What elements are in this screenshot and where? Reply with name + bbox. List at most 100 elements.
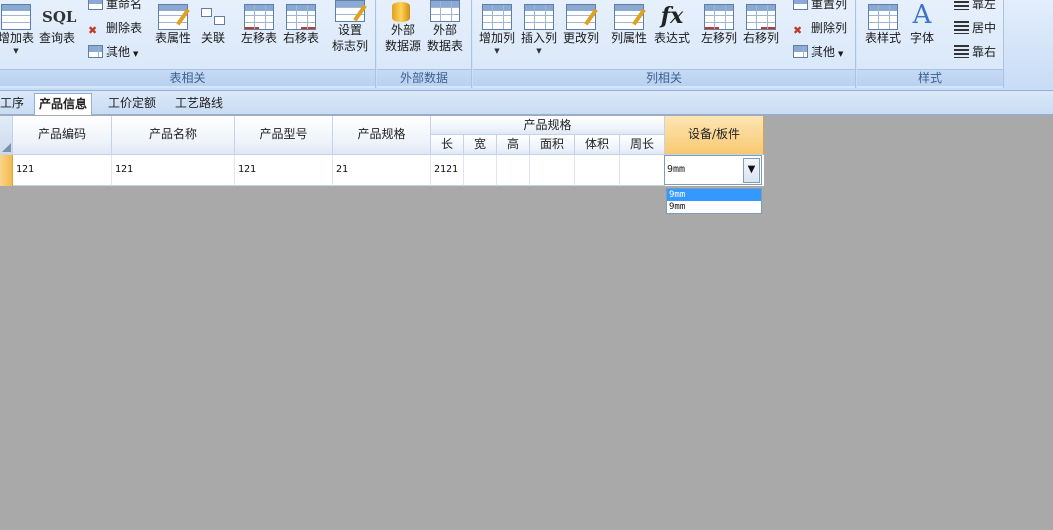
change-column-icon	[566, 4, 596, 30]
group-external-data: 外部 数据源 外部 数据表 外部数据	[377, 0, 472, 88]
group-label-column: 列相关	[473, 69, 855, 86]
column-header-product-model[interactable]: 产品型号	[235, 116, 333, 155]
move-column-left-button[interactable]: 左移列	[700, 0, 738, 46]
tab-process[interactable]: 工序	[0, 93, 28, 115]
tab-labor-quota[interactable]: 工价定额	[104, 93, 160, 115]
cell-product-spec[interactable]: 21	[333, 155, 431, 186]
table-style-button[interactable]: 表样式	[863, 0, 903, 46]
tab-process-route[interactable]: 工艺路线	[171, 93, 227, 115]
relation-icon	[198, 4, 228, 30]
align-left-icon	[954, 0, 969, 10]
sql-icon: SQL	[42, 8, 77, 26]
insert-column-button[interactable]: 插入列 ▼	[520, 0, 558, 56]
move-column-right-button[interactable]: 右移列	[742, 0, 780, 46]
insert-column-icon	[524, 4, 554, 30]
rename-table-button[interactable]: 重命名	[88, 0, 142, 14]
delete-icon: ✖	[793, 24, 803, 37]
group-table: 增加表 ▼ SQL 查询表 重命名 ✖ 删除表 其他 ▼ 表属性 关联 左移表 …	[0, 0, 376, 88]
column-header-product-code[interactable]: 产品编码	[13, 116, 112, 155]
align-right-button[interactable]: 靠右	[954, 42, 996, 62]
cell-width[interactable]	[464, 155, 497, 186]
dropdown-option[interactable]: 9mm	[667, 189, 761, 201]
column-group-header-spec: 产品规格	[431, 116, 665, 135]
ribbon: 增加表 ▼ SQL 查询表 重命名 ✖ 删除表 其他 ▼ 表属性 关联 左移表 …	[0, 0, 1053, 91]
function-icon: fx	[660, 3, 684, 29]
move-table-left-button[interactable]: 左移表	[240, 0, 278, 46]
cell-product-code[interactable]: 121	[13, 155, 112, 186]
group-column: 增加列 ▼ 插入列 ▼ 更改列 列属性 fx 表达式 左移列 右移列 重置列 ✖…	[473, 0, 856, 88]
other-column-button[interactable]: 其他 ▼	[793, 42, 843, 62]
cell-height[interactable]	[497, 155, 530, 186]
dropdown-option[interactable]: 9mm	[667, 201, 761, 213]
align-center-icon	[954, 21, 969, 34]
column-properties-icon	[614, 4, 644, 30]
chevron-down-icon[interactable]: ▼	[743, 158, 760, 183]
group-label-table: 表相关	[0, 69, 375, 86]
select-all-corner[interactable]	[0, 116, 13, 155]
chevron-down-icon: ▼	[13, 47, 19, 55]
move-left-icon	[244, 4, 274, 30]
column-header-height[interactable]: 高	[497, 135, 530, 155]
move-table-right-button[interactable]: 右移表	[282, 0, 320, 46]
cell-product-model[interactable]: 121	[235, 155, 333, 186]
move-left-icon	[704, 4, 734, 30]
column-header-width[interactable]: 宽	[464, 135, 497, 155]
group-label-style: 样式	[857, 69, 1003, 86]
cell-perimeter[interactable]	[620, 155, 665, 186]
cell-product-name[interactable]: 121	[112, 155, 235, 186]
add-table-button[interactable]: 增加表 ▼	[0, 0, 34, 56]
cell-length[interactable]: 2121	[431, 155, 464, 186]
delete-icon: ✖	[88, 24, 98, 37]
set-flag-column-button[interactable]: 设置 标志列	[330, 0, 370, 54]
external-datasource-button[interactable]: 外部 数据源	[383, 0, 423, 54]
row-header[interactable]	[0, 155, 13, 186]
table-style-icon	[868, 4, 898, 30]
external-table-icon	[430, 0, 460, 22]
table-properties-button[interactable]: 表属性	[153, 0, 193, 46]
equipment-dropdown-list: 9mm 9mm	[666, 188, 762, 214]
tab-bar: 工序 产品信息 工价定额 工艺路线	[0, 91, 1053, 115]
add-column-icon	[482, 4, 512, 30]
column-header-volume[interactable]: 体积	[575, 135, 620, 155]
font-icon: A	[912, 0, 932, 30]
combobox-value: 9mm	[667, 164, 686, 175]
expression-button[interactable]: fx 表达式	[652, 0, 692, 46]
delete-column-button[interactable]: ✖ 删除列	[793, 18, 847, 38]
external-datatable-button[interactable]: 外部 数据表	[425, 0, 465, 54]
column-header-length[interactable]: 长	[431, 135, 464, 155]
cell-volume[interactable]	[575, 155, 620, 186]
column-header-perimeter[interactable]: 周长	[620, 135, 665, 155]
flag-column-icon	[335, 0, 365, 22]
reset-column-button[interactable]: 重置列	[793, 0, 847, 14]
align-left-button[interactable]: 靠左	[954, 0, 996, 14]
column-header-product-name[interactable]: 产品名称	[112, 116, 235, 155]
align-center-button[interactable]: 居中	[954, 18, 996, 38]
table-icon	[793, 45, 815, 58]
move-right-icon	[746, 4, 776, 30]
move-right-icon	[286, 4, 316, 30]
column-header-equipment-board[interactable]: 设备/板件	[665, 116, 764, 155]
chevron-down-icon: ▼	[536, 47, 542, 55]
change-column-button[interactable]: 更改列	[562, 0, 600, 46]
font-button[interactable]: A 字体	[905, 0, 939, 46]
chevron-down-icon: ▼	[494, 47, 500, 55]
chevron-down-icon: ▼	[838, 50, 844, 58]
tab-product-info[interactable]: 产品信息	[34, 93, 93, 115]
column-properties-button[interactable]: 列属性	[610, 0, 648, 46]
equipment-combobox[interactable]: 9mm ▼	[664, 155, 762, 185]
add-column-button[interactable]: 增加列 ▼	[478, 0, 516, 56]
align-right-icon	[954, 45, 969, 58]
column-header-area[interactable]: 面积	[530, 135, 575, 155]
relation-button[interactable]: 关联	[197, 0, 229, 46]
other-table-button[interactable]: 其他 ▼	[88, 42, 138, 62]
group-style: 表样式 A 字体 靠左 居中 靠右 样式	[857, 0, 1004, 88]
column-header-product-spec[interactable]: 产品规格	[333, 116, 431, 155]
chevron-down-icon: ▼	[133, 50, 139, 58]
table-add-icon	[1, 4, 31, 30]
cell-area[interactable]	[530, 155, 575, 186]
query-table-button[interactable]: SQL 查询表	[38, 0, 76, 46]
table-icon	[88, 45, 110, 58]
reset-column-icon	[793, 0, 808, 10]
delete-table-button[interactable]: ✖ 删除表	[88, 18, 142, 38]
data-grid: 产品编码 产品名称 产品型号 产品规格 产品规格 长 宽 高 面积 体积 周长 …	[0, 116, 764, 186]
